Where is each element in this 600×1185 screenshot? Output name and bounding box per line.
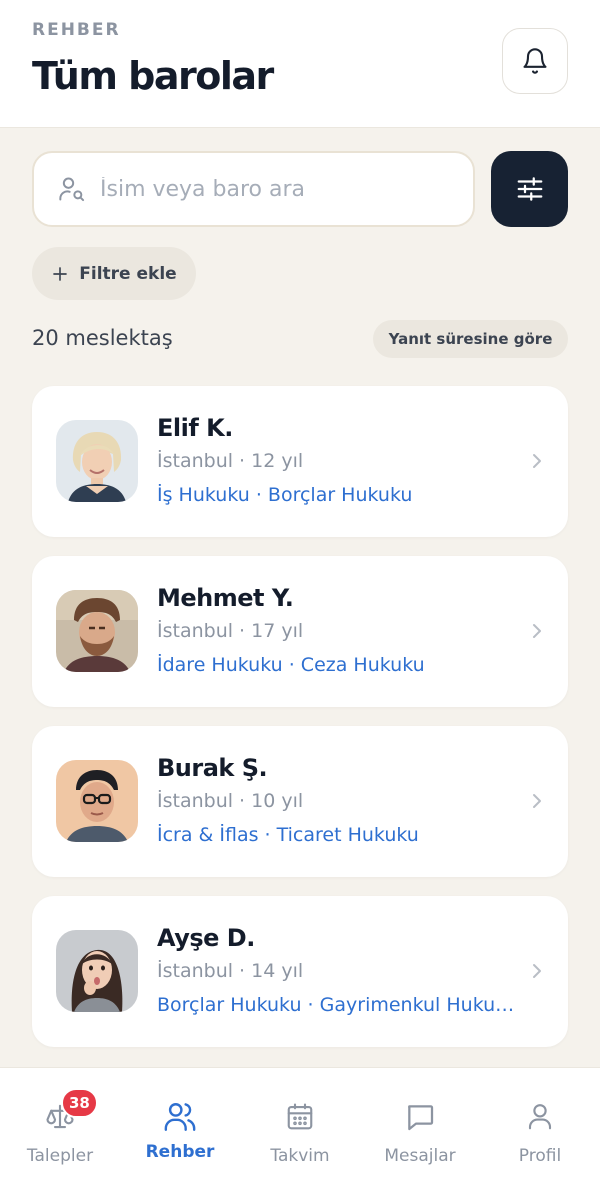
chevron-right-icon — [533, 454, 541, 468]
lawyer-specialties: İş Hukuku · Borçlar Hukuku — [157, 484, 413, 506]
tab-talepler[interactable]: 38 Talepler — [0, 1068, 120, 1185]
filter-settings-button[interactable] — [491, 151, 568, 227]
add-filter-button[interactable]: Filtre ekle — [32, 247, 196, 300]
lawyer-name: Ayşe D. — [157, 924, 255, 952]
sliders-icon — [517, 177, 542, 201]
notification-badge: 38 — [61, 1088, 98, 1118]
calendar-icon — [287, 1103, 313, 1130]
section-eyebrow: REHBER — [32, 20, 121, 40]
search-input[interactable] — [100, 176, 440, 202]
user-icon — [528, 1104, 552, 1130]
tab-label: Mesajlar — [384, 1146, 456, 1166]
tab-label: Talepler — [26, 1146, 94, 1166]
user-search-icon — [58, 175, 86, 203]
lawyer-card[interactable]: Burak Ş. İstanbul · 10 yıl İcra & İflas … — [32, 726, 568, 877]
app-header: REHBER Tüm barolar — [0, 0, 600, 128]
tab-label: Rehber — [145, 1142, 215, 1162]
message-icon — [408, 1105, 434, 1131]
chevron-right-icon — [533, 624, 541, 638]
tab-takvim[interactable]: Takvim — [240, 1068, 360, 1185]
sort-button[interactable]: Yanıt süresine göre — [373, 320, 568, 358]
avatar — [56, 590, 138, 672]
tab-profil[interactable]: Profil — [480, 1068, 600, 1185]
lawyer-card[interactable]: Mehmet Y. İstanbul · 17 yıl İdare Hukuku… — [32, 556, 568, 707]
users-icon — [164, 1103, 196, 1131]
chevron-right-icon — [533, 964, 541, 978]
page-title: Tüm barolar — [32, 54, 274, 98]
lawyer-specialties: Borçlar Hukuku · Gayrimenkul Hukuku — [157, 994, 517, 1016]
lawyer-name: Burak Ş. — [157, 754, 268, 782]
lawyer-name: Elif K. — [157, 414, 233, 442]
tab-mesajlar[interactable]: Mesajlar — [360, 1068, 480, 1185]
avatar — [56, 930, 138, 1012]
add-filter-label: Filtre ekle — [79, 263, 177, 284]
lawyer-name: Mehmet Y. — [157, 584, 294, 612]
lawyer-specialties: İdare Hukuku · Ceza Hukuku — [157, 654, 425, 676]
tab-label: Takvim — [270, 1146, 330, 1166]
search-field[interactable] — [32, 151, 475, 227]
lawyer-meta: İstanbul · 10 yıl — [157, 790, 304, 812]
notifications-button[interactable] — [502, 28, 568, 94]
bottom-tab-bar: 38 Talepler Rehber Takvim Mesajlar Profi… — [0, 1067, 600, 1185]
bell-icon — [523, 48, 547, 74]
result-count: 20 meslektaş — [32, 326, 173, 350]
lawyer-specialties: İcra & İflas · Ticaret Hukuku — [157, 824, 419, 846]
tab-rehber[interactable]: Rehber — [120, 1068, 240, 1185]
lawyer-card[interactable]: Ayşe D. İstanbul · 14 yıl Borçlar Hukuku… — [32, 896, 568, 1047]
lawyer-meta: İstanbul · 12 yıl — [157, 450, 304, 472]
avatar — [56, 420, 138, 502]
lawyer-meta: İstanbul · 17 yıl — [157, 620, 304, 642]
lawyer-meta: İstanbul · 14 yıl — [157, 960, 304, 982]
plus-icon — [53, 266, 68, 281]
chevron-right-icon — [533, 794, 541, 808]
avatar — [56, 760, 138, 842]
tab-label: Profil — [518, 1146, 562, 1166]
lawyer-card[interactable]: Elif K. İstanbul · 12 yıl İş Hukuku · Bo… — [32, 386, 568, 537]
